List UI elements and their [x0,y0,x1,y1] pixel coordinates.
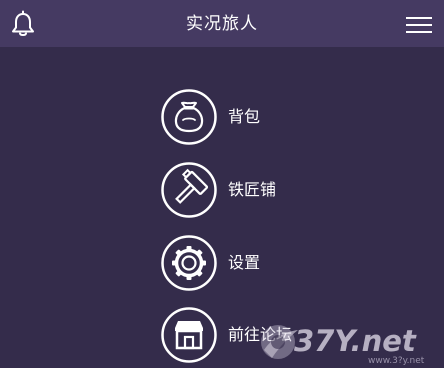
hamburger-menu-icon[interactable] [404,14,434,36]
gear-icon [161,235,217,291]
menu-item-label: 设置 [228,253,261,272]
top-bar: 实况旅人 [0,0,444,47]
shop-icon [161,307,217,363]
menu-item-blacksmith[interactable]: 铁匠铺 [160,161,330,219]
menu-item-settings[interactable]: 设置 [160,234,330,292]
bag-icon [161,89,217,145]
menu-item-label: 背包 [228,107,261,126]
page-title: 实况旅人 [186,14,258,34]
site-watermark: 37Y.net www.3?y.net [258,318,444,368]
watermark-subtext: www.3?y.net [368,356,425,366]
watermark-text: 37Y.net [294,324,416,358]
menu-item-bag[interactable]: 背包 [160,88,330,146]
hammer-icon [161,162,217,218]
menu-item-label: 铁匠铺 [228,180,277,199]
